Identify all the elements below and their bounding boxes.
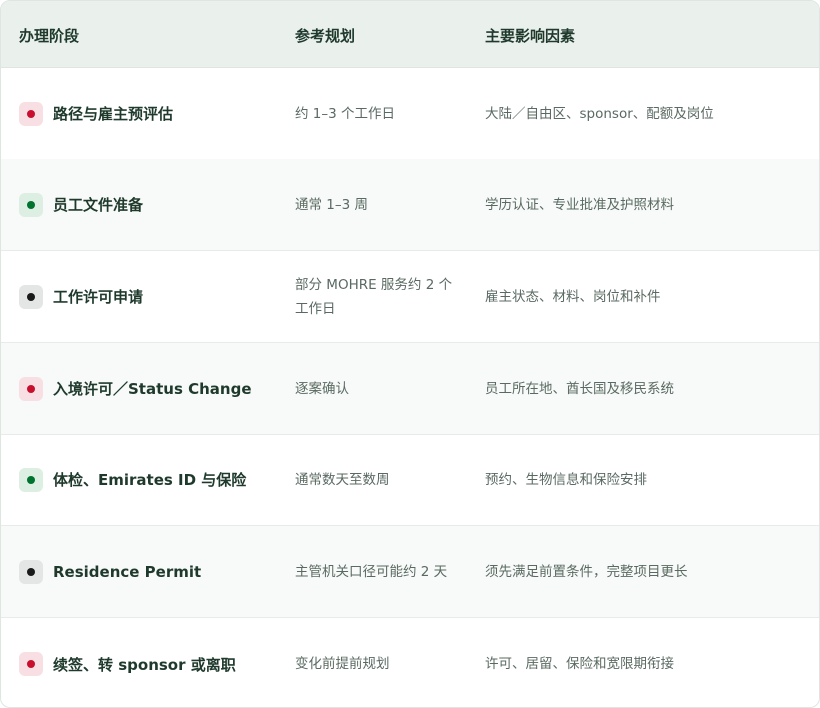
stage-label: 入境许可／Status Change [53,380,252,398]
status-dot-icon [19,652,43,676]
status-dot-icon [19,467,43,492]
stage-cell: Residence Permit [19,526,201,617]
table-row: 路径与雇主预评估 约 1–3 个工作日 大陆／自由区、sponsor、配额及岗位 [1,68,819,160]
stage-label: 员工文件准备 [53,196,144,214]
table-header: 办理阶段 参考规划 主要影响因素 [1,1,819,68]
plan-cell: 部分 MOHRE 服务约 2 个工作日 [295,276,453,317]
stage-label: 路径与雇主预评估 [53,105,174,123]
stage-cell: 员工文件准备 [19,159,143,250]
status-dot-icon [19,284,43,309]
plan-cell: 通常数天至数周 [295,471,390,488]
factor-cell: 大陆／自由区、sponsor、配额及岗位 [485,105,714,122]
header-plan: 参考规划 [295,27,356,45]
plan-cell: 逐案确认 [295,380,349,397]
plan-cell: 约 1–3 个工作日 [295,105,396,122]
status-dot-icon [19,192,43,217]
table-row: 入境许可／Status Change 逐案确认 员工所在地、酋长国及移民系统 [1,343,819,435]
factor-cell: 雇主状态、材料、岗位和补件 [485,288,661,305]
stage-cell: 路径与雇主预评估 [19,68,173,159]
stage-label: Residence Permit [53,562,202,581]
plan-cell: 变化前提前规划 [295,656,390,672]
status-dot-icon [19,376,43,401]
timeline-table: 办理阶段 参考规划 主要影响因素 路径与雇主预评估 约 1–3 个工作日 大陆／… [0,0,820,708]
factor-cell: 许可、居留、保险和宽限期衔接 [485,656,674,672]
table-row: 工作许可申请 部分 MOHRE 服务约 2 个工作日 雇主状态、材料、岗位和补件 [1,251,819,343]
header-factors: 主要影响因素 [485,27,576,45]
stage-cell: 工作许可申请 [19,251,143,342]
status-dot-icon [19,559,43,584]
table-row: 员工文件准备 通常 1–3 周 学历认证、专业批准及护照材料 [1,159,819,251]
stage-cell: 体检、Emirates ID 与保险 [19,434,246,525]
plan-cell: 通常 1–3 周 [295,196,369,213]
header-stage: 办理阶段 [19,27,80,45]
stage-label: 体检、Emirates ID 与保险 [53,471,247,489]
stage-label: 工作许可申请 [53,288,144,306]
factor-cell: 须先满足前置条件，完整项目更长 [485,563,688,580]
stage-cell: 入境许可／Status Change [19,343,252,434]
table-row: Residence Permit 主管机关口径可能约 2 天 须先满足前置条件，… [1,526,819,618]
table-row: 体检、Emirates ID 与保险 通常数天至数周 预约、生物信息和保险安排 [1,434,819,526]
factor-cell: 员工所在地、酋长国及移民系统 [485,380,674,397]
stage-label: 续签、转 sponsor 或离职 [53,655,236,674]
status-dot-icon [19,101,43,126]
factor-cell: 预约、生物信息和保险安排 [485,471,647,488]
factor-cell: 学历认证、专业批准及护照材料 [485,196,674,213]
stage-cell: 续签、转 sponsor 或离职 [19,618,236,707]
plan-cell: 主管机关口径可能约 2 天 [295,563,448,580]
table-row: 续签、转 sponsor 或离职 变化前提前规划 许可、居留、保险和宽限期衔接 [1,618,819,707]
